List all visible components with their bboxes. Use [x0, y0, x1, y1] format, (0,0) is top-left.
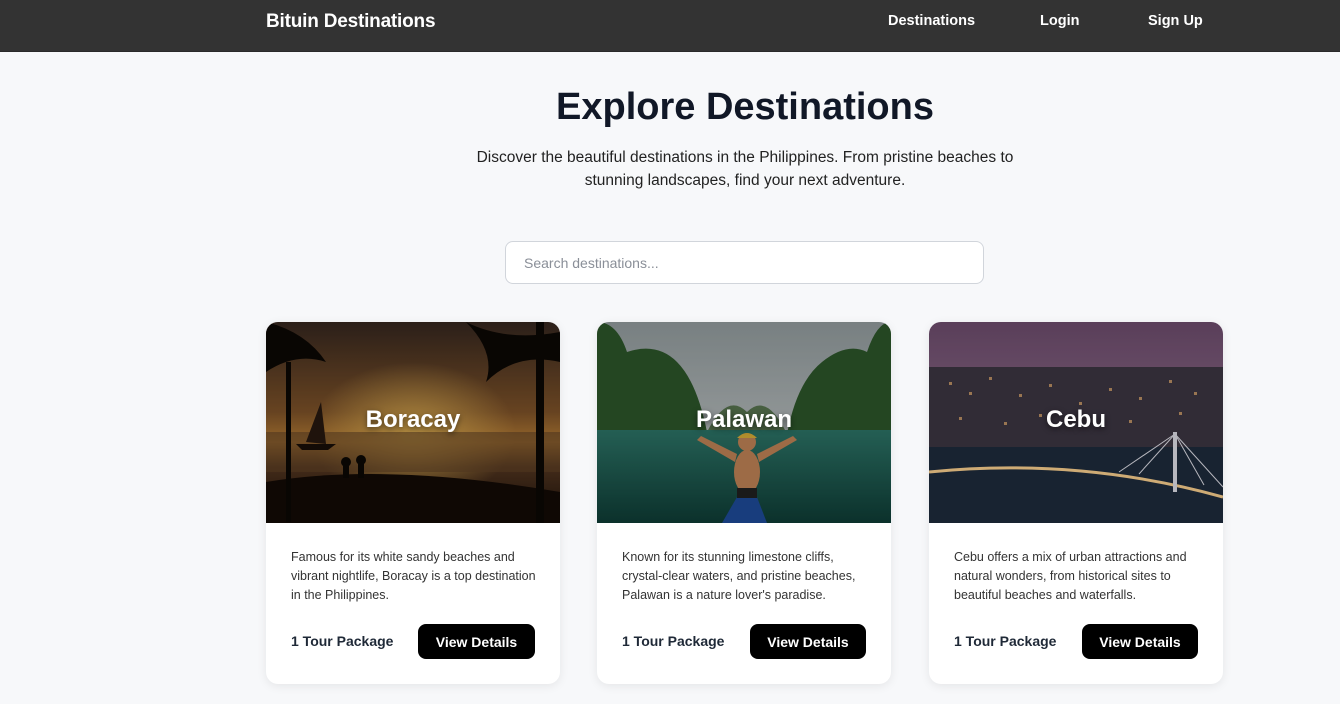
destination-card-cebu: Cebu Cebu offers a mix of urban attracti… — [929, 322, 1223, 684]
view-details-button[interactable]: View Details — [1082, 624, 1198, 659]
card-description: Famous for its white sandy beaches and v… — [291, 550, 536, 602]
view-details-button[interactable]: View Details — [750, 624, 866, 659]
top-navbar: Bituin Destinations Destinations Login S… — [0, 0, 1340, 52]
tour-package-count: 1 Tour Package — [954, 633, 1057, 649]
card-title: Cebu — [1046, 406, 1106, 433]
card-title: Boracay — [365, 406, 461, 433]
destination-card-boracay: Boracay Famous for its white sandy beach… — [266, 322, 560, 684]
card-description: Known for its stunning limestone cliffs,… — [622, 550, 856, 602]
card-title: Palawan — [695, 406, 793, 433]
tour-package-count: 1 Tour Package — [622, 633, 725, 649]
boracay-image[interactable]: Boracay — [266, 322, 560, 523]
page-subtitle: Discover the beautiful destinations in t… — [476, 149, 1014, 189]
tour-package-count: 1 Tour Package — [291, 633, 394, 649]
brand-logo-text[interactable]: Bituin Destinations — [266, 11, 436, 33]
nav-login-link[interactable]: Login — [1040, 13, 1079, 29]
destination-card-palawan: Palawan Known for its stunning limestone… — [597, 322, 891, 684]
page-title: Explore Destinations — [556, 86, 934, 128]
cebu-image[interactable]: Cebu — [929, 322, 1223, 523]
card-description: Cebu offers a mix of urban attractions a… — [954, 550, 1187, 602]
search-input[interactable] — [505, 241, 984, 284]
nav-destinations-link[interactable]: Destinations — [888, 13, 975, 29]
palawan-image[interactable]: Palawan — [597, 322, 891, 523]
nav-signup-link[interactable]: Sign Up — [1148, 13, 1203, 29]
view-details-button[interactable]: View Details — [418, 624, 535, 659]
